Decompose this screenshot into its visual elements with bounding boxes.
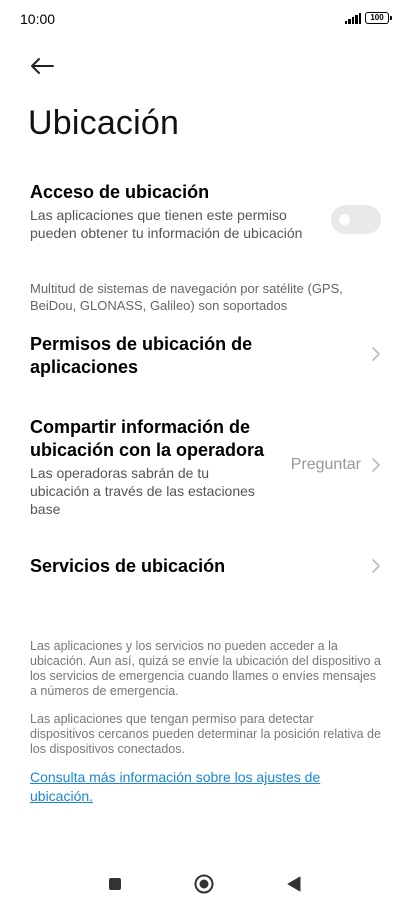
triangle-back-icon bbox=[287, 876, 301, 892]
arrow-left-icon bbox=[31, 58, 54, 74]
location-services-title: Servicios de ubicación bbox=[30, 556, 226, 576]
app-permissions-row[interactable]: Permisos de ubicación de aplicaciones bbox=[30, 333, 331, 379]
status-time: 10:00 bbox=[20, 11, 56, 27]
home-button[interactable] bbox=[192, 872, 216, 896]
location-access-title: Acceso de ubicación bbox=[30, 182, 210, 202]
signal-icon bbox=[344, 12, 361, 24]
location-access-toggle[interactable] bbox=[331, 205, 381, 234]
gnss-note: Multitud de sistemas de navegación por s… bbox=[30, 281, 343, 313]
status-icons: 100 bbox=[344, 12, 392, 24]
footer-info-emergency: Las aplicaciones y los servicios no pued… bbox=[30, 639, 381, 698]
location-access-description: Las aplicaciones que tienen este permiso… bbox=[30, 207, 303, 241]
recents-button[interactable] bbox=[103, 872, 127, 896]
carrier-sharing-title: Compartir información de ubicación con l… bbox=[30, 417, 265, 460]
status-bar: 10:00 100 bbox=[0, 0, 411, 40]
nav-back-button[interactable] bbox=[282, 872, 306, 896]
chevron-right-icon bbox=[372, 458, 380, 472]
square-icon bbox=[109, 878, 121, 890]
app-permissions-title: Permisos de ubicación de aplicaciones bbox=[30, 334, 253, 377]
carrier-sharing-value: Preguntar bbox=[290, 456, 361, 473]
location-services-row[interactable]: Servicios de ubicación bbox=[30, 555, 331, 578]
navigation-bar bbox=[0, 854, 411, 914]
location-access-row[interactable]: Acceso de ubicación Las aplicaciones que… bbox=[30, 181, 311, 242]
toggle-knob bbox=[339, 214, 350, 225]
battery-icon: 100 bbox=[365, 12, 392, 24]
footer-info-nearby-devices: Las aplicaciones que tengan permiso para… bbox=[30, 712, 381, 756]
chevron-right-icon bbox=[372, 347, 380, 361]
page-title: Ubicación bbox=[28, 104, 180, 142]
chevron-right-icon bbox=[372, 559, 380, 573]
back-button[interactable] bbox=[26, 52, 58, 80]
circle-icon bbox=[194, 874, 214, 894]
carrier-sharing-description: Las operadoras sabrán de tu ubicación a … bbox=[30, 465, 255, 517]
more-info-link[interactable]: Consulta más información sobre los ajust… bbox=[30, 768, 371, 806]
battery-level: 100 bbox=[370, 13, 384, 22]
carrier-sharing-row[interactable]: Compartir información de ubicación con l… bbox=[30, 416, 264, 518]
